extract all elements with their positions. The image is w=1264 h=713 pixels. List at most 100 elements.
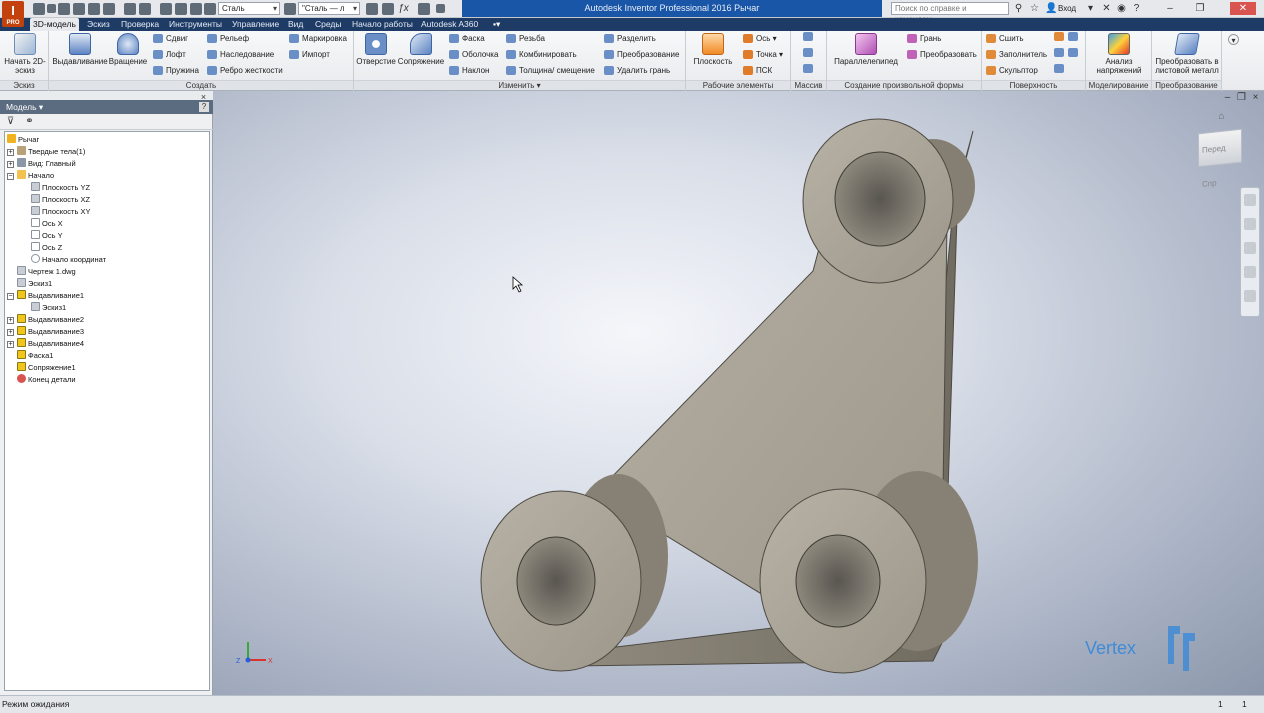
expand-icon[interactable]: + <box>7 317 14 324</box>
thicken-button[interactable]: Толщина/ смещение <box>506 64 595 77</box>
point-button[interactable]: Точка ▾ <box>743 48 783 61</box>
new-icon[interactable] <box>33 3 45 15</box>
draft-button[interactable]: Наклон <box>449 64 489 77</box>
undo-icon[interactable] <box>88 3 100 15</box>
orbit-icon[interactable] <box>1244 266 1256 278</box>
adjust-icon[interactable] <box>382 3 394 15</box>
replace-face-button[interactable] <box>1054 48 1078 61</box>
tree-node-sketch[interactable]: Эскиз1 <box>17 278 52 290</box>
update-icon[interactable] <box>175 3 187 15</box>
look-at-icon[interactable] <box>1244 290 1256 302</box>
freeform-face-button[interactable]: Грань <box>907 32 941 45</box>
material-icon[interactable] <box>204 3 216 15</box>
help-search-input[interactable]: Поиск по справке и командам... <box>891 2 1009 24</box>
tree-node-plane-xz[interactable]: Плоскость XZ <box>31 194 90 206</box>
combine-button[interactable]: Комбинировать <box>506 48 577 61</box>
ruled-surface-button[interactable] <box>1054 64 1064 77</box>
mark-button[interactable]: Маркировка <box>289 32 347 45</box>
tab-tools[interactable]: Инструменты <box>166 18 225 31</box>
tree-node-solid-bodies[interactable]: Твердые тела(1) <box>17 146 85 158</box>
tree-node-extrusion3[interactable]: Выдавливание3 <box>17 326 84 338</box>
tree-node-fillet[interactable]: Сопряжение1 <box>17 362 76 374</box>
tab-environments[interactable]: Среды <box>312 18 344 31</box>
extrude-button[interactable]: Выдавливание <box>52 33 108 66</box>
expand-icon[interactable]: + <box>7 161 14 168</box>
loft-button[interactable]: Лофт <box>153 48 186 61</box>
measure-icon[interactable] <box>190 3 202 15</box>
fillet-button[interactable]: Сопряжение <box>396 33 446 66</box>
hole-button[interactable]: Отверстие <box>356 33 396 66</box>
filter-icon[interactable]: ⊽ <box>5 116 16 127</box>
material-select[interactable]: Сталь <box>218 2 280 15</box>
minimize-button[interactable]: – <box>1163 2 1177 15</box>
customize-icon[interactable] <box>436 4 445 13</box>
appearance-icon[interactable] <box>284 3 296 15</box>
revolve-button[interactable]: Вращение <box>107 33 149 66</box>
start-sketch-button[interactable]: Начать 2D-эскиз <box>3 33 47 75</box>
tree-node-origin[interactable]: Начало <box>17 170 54 182</box>
convert-sheet-metal-button[interactable]: Преобразовать в листовой металл <box>1154 33 1220 75</box>
freeform-convert-button[interactable]: Преобразовать <box>907 48 977 61</box>
user-icon[interactable]: 👤 <box>1045 3 1057 14</box>
emboss-button[interactable]: Рельеф <box>207 32 249 45</box>
derive-button[interactable]: Наследование <box>207 48 274 61</box>
tree-node-axis-x[interactable]: Ось X <box>31 218 63 230</box>
dropdown-arrow-icon[interactable] <box>47 4 56 13</box>
find-icon[interactable]: ⚭ <box>24 116 35 127</box>
tab-3d-model[interactable]: 3D-модель <box>30 18 79 31</box>
split-button[interactable]: Разделить <box>604 32 656 45</box>
parameters-icon[interactable]: ƒx <box>398 3 409 14</box>
stitch-button[interactable]: Сшить <box>986 32 1024 45</box>
restore-button[interactable]: ❐ <box>1193 2 1207 15</box>
favorites-icon[interactable]: ☆ <box>1029 3 1040 14</box>
tree-node-drawing[interactable]: Чертеж 1.dwg <box>17 266 76 278</box>
modify-panel-label[interactable]: Изменить ▾ <box>354 80 685 90</box>
sculpt-button[interactable]: Скульптор <box>986 64 1038 77</box>
pan-icon[interactable] <box>1244 218 1256 230</box>
tree-node-axis-z[interactable]: Ось Z <box>31 242 62 254</box>
tab-sketch[interactable]: Эскиз <box>84 18 113 31</box>
shell-button[interactable]: Оболочка <box>449 48 498 61</box>
rib-button[interactable]: Ребро жесткости <box>207 64 283 77</box>
chevron-down-icon[interactable]: ▾ <box>1085 3 1096 14</box>
axis-button[interactable]: Ось ▾ <box>743 32 777 45</box>
login-link[interactable]: Вход <box>1058 0 1076 17</box>
chamfer-button[interactable]: Фаска <box>449 32 485 45</box>
help-icon[interactable]: ? <box>199 102 209 112</box>
properties-icon[interactable] <box>139 3 151 15</box>
freeform-box-button[interactable]: Параллелепипед <box>831 33 901 66</box>
redo-icon[interactable] <box>103 3 115 15</box>
tree-node-extrusion1[interactable]: Выдавливание1 <box>17 290 84 302</box>
rect-pattern-button[interactable] <box>803 32 813 45</box>
tree-node-axis-y[interactable]: Ось Y <box>31 230 63 242</box>
application-menu-button[interactable]: I PRO <box>2 1 24 27</box>
patch-button[interactable]: Заполнитель <box>986 48 1047 61</box>
expand-icon[interactable]: + <box>7 341 14 348</box>
tree-node-part[interactable]: Рычаг <box>7 134 39 146</box>
tree-node-plane-yz[interactable]: Плоскость YZ <box>31 182 90 194</box>
tree-node-sketch-child[interactable]: Эскиз1 <box>31 302 66 314</box>
expand-icon[interactable]: + <box>7 149 14 156</box>
search-icon[interactable]: ⚲ <box>1013 3 1024 14</box>
tree-node-plane-xy[interactable]: Плоскость XY <box>31 206 91 218</box>
graphics-viewport[interactable]: – ❐ × Перед Спр ⌂ X Z Vertex <box>213 91 1264 695</box>
mirror-button[interactable] <box>803 64 813 77</box>
tab-view[interactable]: Вид <box>285 18 306 31</box>
save-icon[interactable] <box>73 3 85 15</box>
coil-button[interactable]: Пружина <box>153 64 199 77</box>
tree-node-center-point[interactable]: Начало координат <box>31 254 106 266</box>
exchange-icon[interactable]: ✕ <box>1101 3 1112 14</box>
stress-analysis-button[interactable]: Анализ напряжений <box>1090 33 1148 75</box>
ilogic-icon[interactable] <box>418 3 430 15</box>
direct-edit-button[interactable]: Преобразование <box>604 48 679 61</box>
tree-node-extrusion2[interactable]: Выдавливание2 <box>17 314 84 326</box>
delete-face-button[interactable]: Удалить грань <box>604 64 670 77</box>
tab-overflow-icon[interactable]: ▪▾ <box>490 18 503 31</box>
tree-node-end-of-part[interactable]: Конец детали <box>17 374 76 386</box>
open-icon[interactable] <box>58 3 70 15</box>
home-icon[interactable] <box>124 3 136 15</box>
help-icon[interactable]: ? <box>1131 3 1142 14</box>
close-button[interactable]: ✕ <box>1230 2 1256 15</box>
collapse-icon[interactable]: − <box>7 293 14 300</box>
collapse-icon[interactable]: − <box>7 173 14 180</box>
